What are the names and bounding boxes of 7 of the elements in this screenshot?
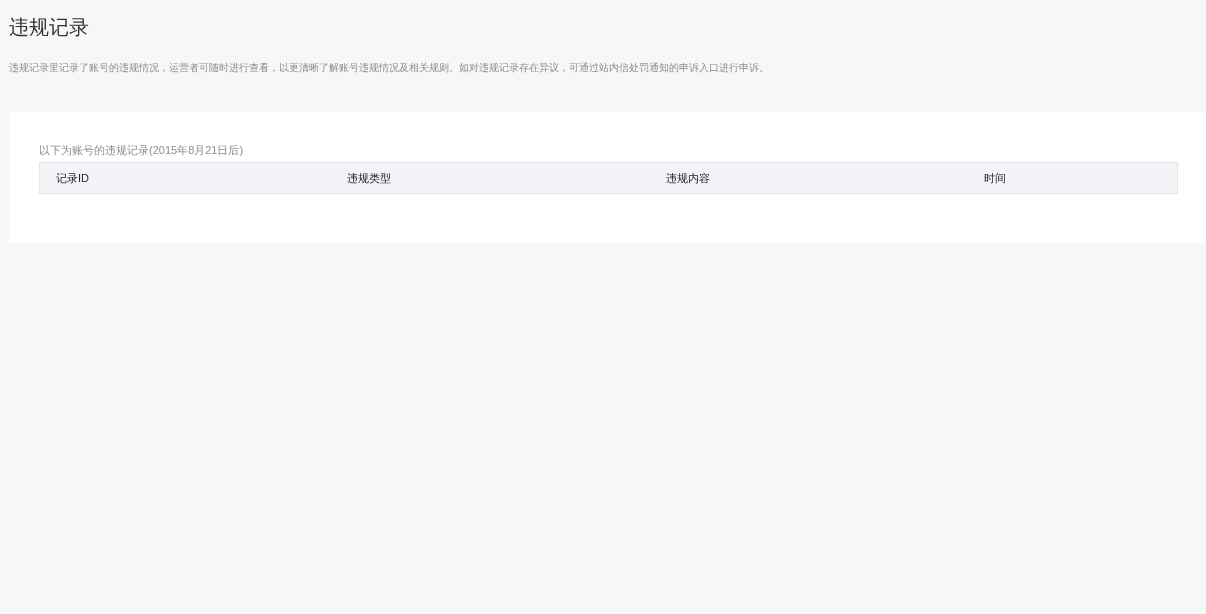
page-description: 违规记录里记录了账号的违规情况，运营者可随时进行查看，以更清晰了解账号违规情况及相关规则。如对违规记录存在异议，可通过站内信处罚通知的申诉入口进行申诉。: [9, 61, 769, 75]
column-header: 违规类型: [347, 170, 391, 186]
column-header: 时间: [984, 170, 1006, 186]
records-caption: 以下为账号的违规记录(2015年8月21日后): [39, 143, 244, 157]
column-header: 记录ID: [56, 170, 89, 186]
page-title: 违规记录: [9, 15, 89, 40]
column-header: 违规内容: [666, 170, 710, 186]
